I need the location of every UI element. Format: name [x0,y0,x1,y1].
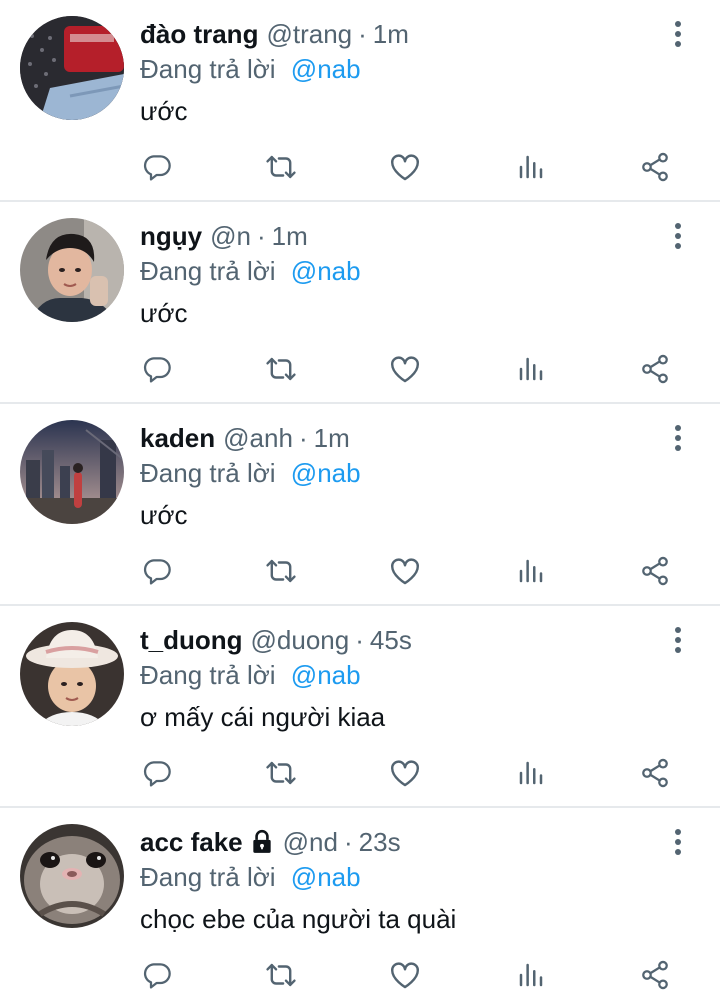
tweet-header: acc fake @nd · 23s [140,825,401,859]
replying-to: Đang trả lời @nab [140,658,361,692]
reply-prefix: Đang trả lời [140,256,276,286]
more-vertical-icon[interactable] [664,624,692,656]
like-icon[interactable] [388,958,422,992]
separator-dot: · [343,827,353,857]
tweet-actions [140,756,680,790]
reply-prefix: Đang trả lời [140,54,276,84]
separator-dot: · [355,625,364,655]
separator-dot: · [256,221,266,251]
tweet-actions [140,150,680,184]
tweet-actions [140,554,680,588]
display-name[interactable]: kaden [140,421,215,455]
tweet-actions [140,352,680,386]
avatar-dao-trang[interactable] [20,16,124,120]
timestamp[interactable]: 1m [373,17,409,51]
tweet-text: ơ mấy cái người kiaa [140,702,386,732]
mention-link[interactable]: @nab [291,54,361,84]
tweet-text: ước [140,298,188,328]
views-icon[interactable] [514,756,548,790]
timestamp[interactable]: 1m [272,219,308,253]
replying-to: Đang trả lời @nab [140,52,361,86]
tweet[interactable]: đào trang @trang · 1m Đang trả lời @nab … [0,0,720,202]
reply-icon[interactable] [140,150,174,184]
reply-icon[interactable] [140,554,174,588]
display-name[interactable]: t_duong [140,623,243,657]
tweet[interactable]: kaden @anh · 1m Đang trả lời @nab ước [0,404,720,606]
tweet-header: t_duong @duong · 45s [140,623,412,657]
tweet-text: chọc ebe của người ta quài [140,904,457,934]
display-name[interactable]: ngụy [140,219,202,253]
mention-link[interactable]: @nab [291,256,361,286]
separator-dot: · [358,19,367,49]
tweet-text: ước [140,96,188,126]
handle[interactable]: @anh [223,421,293,455]
tweet-actions [140,958,680,992]
display-name[interactable]: acc fake [140,825,243,859]
views-icon[interactable] [514,958,548,992]
reply-prefix: Đang trả lời [140,862,276,892]
timestamp[interactable]: 1m [314,421,350,455]
share-icon[interactable] [638,554,672,588]
handle[interactable]: @duong [251,623,350,657]
share-icon[interactable] [638,150,672,184]
more-vertical-icon[interactable] [664,18,692,50]
mention-link[interactable]: @nab [291,660,361,690]
handle[interactable]: @trang [266,17,352,51]
tweet[interactable]: ngụy @n · 1m Đang trả lời @nab ước [0,202,720,404]
avatar-acc-fake[interactable] [20,824,124,928]
lock-icon [249,829,275,855]
like-icon[interactable] [388,150,422,184]
timestamp[interactable]: 23s [359,825,401,859]
retweet-icon[interactable] [264,150,298,184]
tweet[interactable]: t_duong @duong · 45s Đang trả lời @nab ơ… [0,606,720,808]
timestamp[interactable]: 45s [370,623,412,657]
retweet-icon[interactable] [264,554,298,588]
tweet-header: đào trang @trang · 1m [140,17,409,51]
reply-prefix: Đang trả lời [140,660,276,690]
avatar-nguy[interactable] [20,218,124,322]
replying-to: Đang trả lời @nab [140,456,361,490]
handle[interactable]: @nd [283,825,338,859]
reply-icon[interactable] [140,958,174,992]
like-icon[interactable] [388,352,422,386]
more-vertical-icon[interactable] [664,220,692,252]
tweet[interactable]: acc fake @nd · 23s Đang trả lời @nab chọ… [0,808,720,998]
tweet-header: ngụy @n · 1m [140,219,308,253]
avatar-t-duong[interactable] [20,622,124,726]
handle[interactable]: @n [210,219,251,253]
display-name[interactable]: đào trang [140,17,258,51]
retweet-icon[interactable] [264,958,298,992]
reply-prefix: Đang trả lời [140,458,276,488]
mention-link[interactable]: @nab [291,458,361,488]
views-icon[interactable] [514,554,548,588]
tweet-text: ước [140,500,188,530]
like-icon[interactable] [388,554,422,588]
views-icon[interactable] [514,352,548,386]
tweet-header: kaden @anh · 1m [140,421,350,455]
more-vertical-icon[interactable] [664,422,692,454]
retweet-icon[interactable] [264,352,298,386]
reply-icon[interactable] [140,756,174,790]
replying-to: Đang trả lời @nab [140,254,361,288]
reply-icon[interactable] [140,352,174,386]
more-vertical-icon[interactable] [664,826,692,858]
separator-dot: · [298,423,308,453]
like-icon[interactable] [388,756,422,790]
share-icon[interactable] [638,756,672,790]
replying-to: Đang trả lời @nab [140,860,361,894]
retweet-icon[interactable] [264,756,298,790]
avatar-kaden[interactable] [20,420,124,524]
views-icon[interactable] [514,150,548,184]
share-icon[interactable] [638,352,672,386]
mention-link[interactable]: @nab [291,862,361,892]
share-icon[interactable] [638,958,672,992]
